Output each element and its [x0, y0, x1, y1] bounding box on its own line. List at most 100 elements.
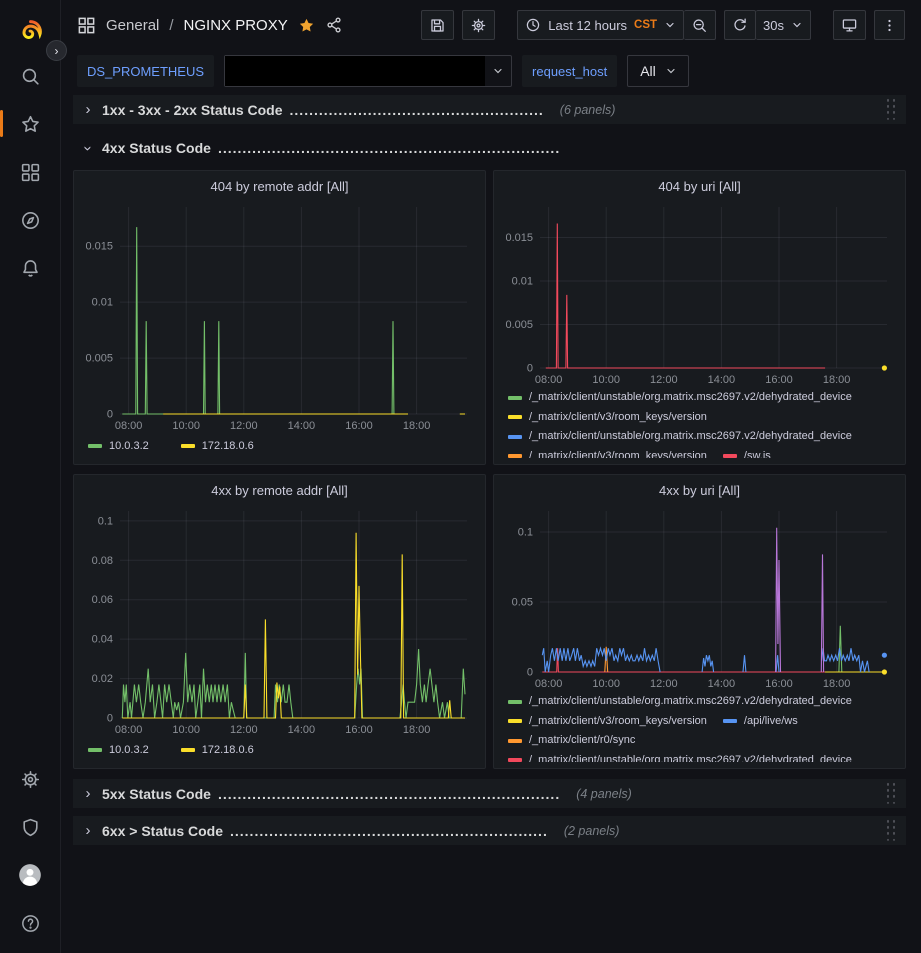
svg-text:10:00: 10:00: [172, 724, 200, 736]
svg-text:18:00: 18:00: [403, 724, 431, 736]
svg-text:14:00: 14:00: [288, 420, 316, 432]
dashboard-row-4xx[interactable]: › 4xx Status Code ......................…: [73, 134, 906, 162]
save-dashboard-button[interactable]: [421, 10, 454, 40]
sidebar-item-server-admin[interactable]: [0, 803, 60, 851]
legend-series-color: [508, 454, 522, 458]
svg-text:0: 0: [527, 667, 533, 679]
legend-item[interactable]: /_matrix/client/v3/room_keys/version: [508, 712, 707, 732]
chevron-down-icon: ›: [80, 141, 97, 155]
legend-item[interactable]: /_matrix/client/unstable/org.matrix.msc2…: [508, 751, 852, 763]
legend-item[interactable]: /_matrix/client/v3/room_keys/version: [508, 447, 707, 459]
panel-title[interactable]: 4xx by uri [All]: [502, 479, 897, 503]
dashboard-body: › 1xx - 3xx - 2xx Status Code ..........…: [61, 95, 921, 953]
legend-series-label: 10.0.3.2: [109, 744, 149, 756]
svg-text:12:00: 12:00: [650, 374, 678, 386]
request-host-select[interactable]: All: [627, 55, 689, 87]
svg-text:18:00: 18:00: [823, 374, 851, 386]
panel-1: 404 by remote addr [All]00.0050.010.0150…: [73, 170, 486, 465]
sidebar-item-alerting[interactable]: [0, 244, 60, 292]
legend-item[interactable]: 172.18.0.6: [181, 440, 254, 452]
legend-series-color: [508, 396, 522, 400]
svg-text:10:00: 10:00: [172, 420, 200, 432]
panel-title[interactable]: 4xx by remote addr [All]: [82, 479, 477, 503]
star-icon: [20, 114, 41, 135]
legend-item[interactable]: 10.0.3.2: [88, 440, 149, 452]
star-filled-icon[interactable]: [298, 17, 315, 34]
breadcrumb-dashboard-title[interactable]: NGINX PROXY: [184, 17, 288, 34]
time-range-label: Last 12 hours: [548, 18, 627, 33]
legend-item[interactable]: /_matrix/client/v3/room_keys/version: [508, 408, 707, 428]
sidebar-item-explore[interactable]: [0, 196, 60, 244]
sidebar-item-configuration[interactable]: [0, 755, 60, 803]
legend-item[interactable]: /api/live/ws: [723, 712, 798, 732]
drag-handle-icon[interactable]: [886, 782, 896, 804]
chevron-down-icon: [485, 65, 511, 77]
variables-bar: DS_PROMETHEUS request_host All: [61, 50, 921, 95]
legend-item[interactable]: /sw.js: [723, 447, 771, 459]
legend-series-label: /_matrix/client/unstable/org.matrix.msc2…: [529, 427, 852, 447]
chevron-down-icon: [658, 65, 684, 77]
chevron-right-icon: ›: [81, 785, 95, 802]
refresh-button[interactable]: [724, 10, 756, 40]
legend-series-label: 172.18.0.6: [202, 440, 254, 452]
legend-item[interactable]: 10.0.3.2: [88, 744, 149, 756]
tv-mode-button[interactable]: [833, 10, 866, 40]
legend-series-label: 10.0.3.2: [109, 440, 149, 452]
datasource-select[interactable]: [224, 55, 512, 87]
kebab-menu-button[interactable]: [874, 10, 905, 40]
panel-title[interactable]: 404 by remote addr [All]: [82, 175, 477, 199]
svg-text:08:00: 08:00: [535, 678, 563, 690]
shield-icon: [20, 817, 41, 838]
panel-plot[interactable]: 00.020.040.060.080.108:0010:0012:0014:00…: [82, 503, 477, 738]
panel-plot[interactable]: 00.0050.010.01508:0010:0012:0014:0016:00…: [502, 199, 897, 388]
panel-plot[interactable]: 00.050.108:0010:0012:0014:0016:0018:00: [502, 503, 897, 692]
legend-item[interactable]: /_matrix/client/unstable/org.matrix.msc2…: [508, 388, 852, 408]
row-title: 6xx > Status Code: [102, 823, 223, 839]
search-icon: [20, 66, 41, 87]
svg-text:0.005: 0.005: [85, 353, 113, 365]
legend-series-color: [508, 415, 522, 419]
breadcrumb-section[interactable]: General: [106, 17, 159, 34]
panel-4: 4xx by uri [All]00.050.108:0010:0012:001…: [493, 474, 906, 769]
svg-text:0: 0: [107, 713, 113, 725]
sidebar-expand-button[interactable]: ›: [46, 40, 67, 61]
bell-icon: [20, 258, 41, 279]
sidebar-item-starred[interactable]: [0, 100, 60, 148]
dashboard-row-6xx[interactable]: › 6xx > Status Code ....................…: [73, 816, 906, 845]
refresh-interval-dropdown[interactable]: 30s: [756, 10, 811, 40]
chevron-down-icon: [664, 19, 676, 31]
compass-icon: [20, 210, 41, 231]
svg-text:12:00: 12:00: [650, 678, 678, 690]
zoom-out-icon: [691, 17, 708, 34]
legend-item[interactable]: /_matrix/client/unstable/org.matrix.msc2…: [508, 692, 852, 712]
legend-series-label: /_matrix/client/v3/room_keys/version: [529, 712, 707, 732]
share-icon[interactable]: [325, 16, 343, 34]
dashboard-settings-button[interactable]: [462, 10, 495, 40]
dashboard-row-5xx[interactable]: › 5xx Status Code ......................…: [73, 779, 906, 808]
drag-handle-icon[interactable]: [886, 819, 896, 841]
sidebar-item-help[interactable]: [0, 899, 60, 947]
time-controls: Last 12 hours CST: [517, 10, 716, 40]
legend-item[interactable]: /_matrix/client/unstable/org.matrix.msc2…: [508, 427, 852, 447]
panel-legend: /_matrix/client/unstable/org.matrix.msc2…: [502, 388, 897, 458]
breadcrumb: General / NGINX PROXY: [77, 16, 343, 35]
variable-label-request-host[interactable]: request_host: [522, 55, 617, 87]
panel-title[interactable]: 404 by uri [All]: [502, 175, 897, 199]
apps-grid-icon: [77, 16, 96, 35]
svg-text:16:00: 16:00: [765, 678, 793, 690]
panel-plot[interactable]: 00.0050.010.01508:0010:0012:0014:0016:00…: [82, 199, 477, 434]
variable-label-datasource[interactable]: DS_PROMETHEUS: [77, 55, 214, 87]
gear-icon: [470, 17, 487, 34]
zoom-out-time-button[interactable]: [684, 10, 716, 40]
legend-item[interactable]: 172.18.0.6: [181, 744, 254, 756]
legend-item[interactable]: /_matrix/client/r0/sync: [508, 731, 635, 751]
svg-text:0.02: 0.02: [92, 673, 113, 685]
sidebar-item-user-profile[interactable]: [0, 851, 60, 899]
drag-handle-icon[interactable]: [886, 98, 896, 120]
dashboard-row-1xx-3xx-2xx[interactable]: › 1xx - 3xx - 2xx Status Code ..........…: [73, 95, 906, 124]
legend-series-color: [508, 758, 522, 762]
svg-text:0.06: 0.06: [92, 594, 113, 606]
sidebar-item-dashboards[interactable]: [0, 148, 60, 196]
time-range-picker[interactable]: Last 12 hours CST: [517, 10, 684, 40]
chevron-right-icon: ›: [81, 822, 95, 839]
